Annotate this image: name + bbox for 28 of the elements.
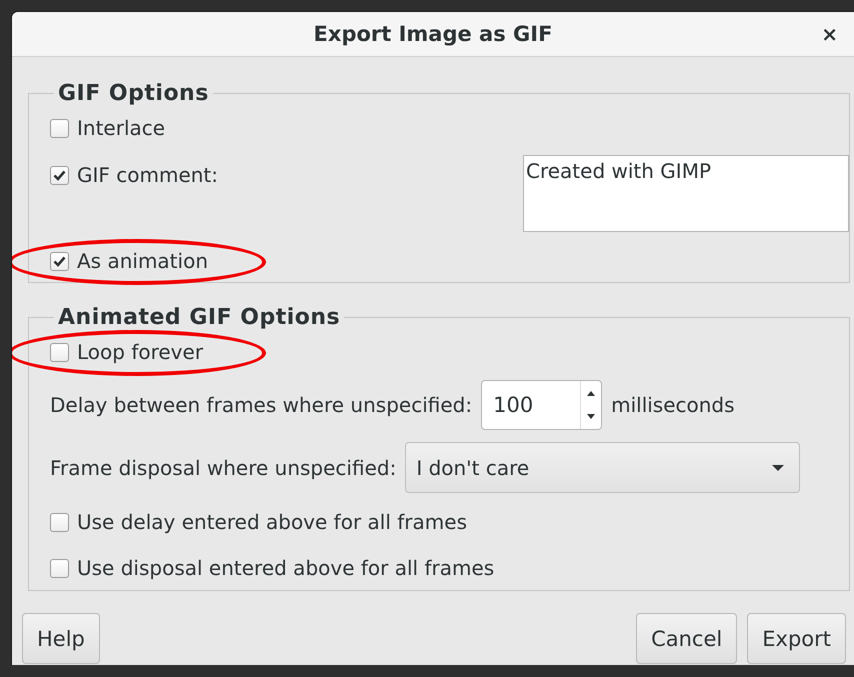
field-label: Frame disposal where unspecified: xyxy=(50,456,396,480)
field-label: Delay between frames where unspecified: xyxy=(50,393,472,417)
spin-field[interactable]: 100 xyxy=(481,380,602,430)
checkbox-label[interactable]: GIF comment: xyxy=(77,163,218,187)
dialog-button[interactable]: Export xyxy=(747,613,846,664)
checkbox-label[interactable]: Interlace xyxy=(77,116,166,140)
dropdown-arrow-icon xyxy=(771,464,786,472)
dialog-button[interactable]: Cancel xyxy=(636,613,738,664)
check-icon xyxy=(53,170,66,180)
close-button[interactable]: × xyxy=(815,20,844,48)
comment-field[interactable]: Created with GIMP xyxy=(523,155,849,232)
checkbox-label[interactable]: Loop forever xyxy=(77,340,204,364)
checkbox[interactable] xyxy=(50,118,69,138)
checkbox[interactable] xyxy=(50,512,69,532)
checkbox[interactable] xyxy=(50,166,69,184)
window-title: Export Image as GIF xyxy=(314,22,552,46)
checkbox-label[interactable]: Use delay entered above for all frames xyxy=(77,510,467,534)
checkbox[interactable] xyxy=(50,342,69,362)
checkbox-label[interactable]: As animation xyxy=(77,249,208,273)
disposal-dropdown[interactable]: I don't care xyxy=(405,442,800,493)
frame-title: GIF Options xyxy=(57,81,210,106)
unit-label: milliseconds xyxy=(611,393,735,417)
checkbox-label[interactable]: Use disposal entered above for all frames xyxy=(77,556,494,580)
check-icon xyxy=(53,256,66,266)
checkbox[interactable] xyxy=(50,252,69,270)
dialog-button[interactable]: Help xyxy=(22,613,100,664)
checkbox[interactable] xyxy=(50,558,69,578)
frame-title: Animated GIF Options xyxy=(57,305,342,330)
